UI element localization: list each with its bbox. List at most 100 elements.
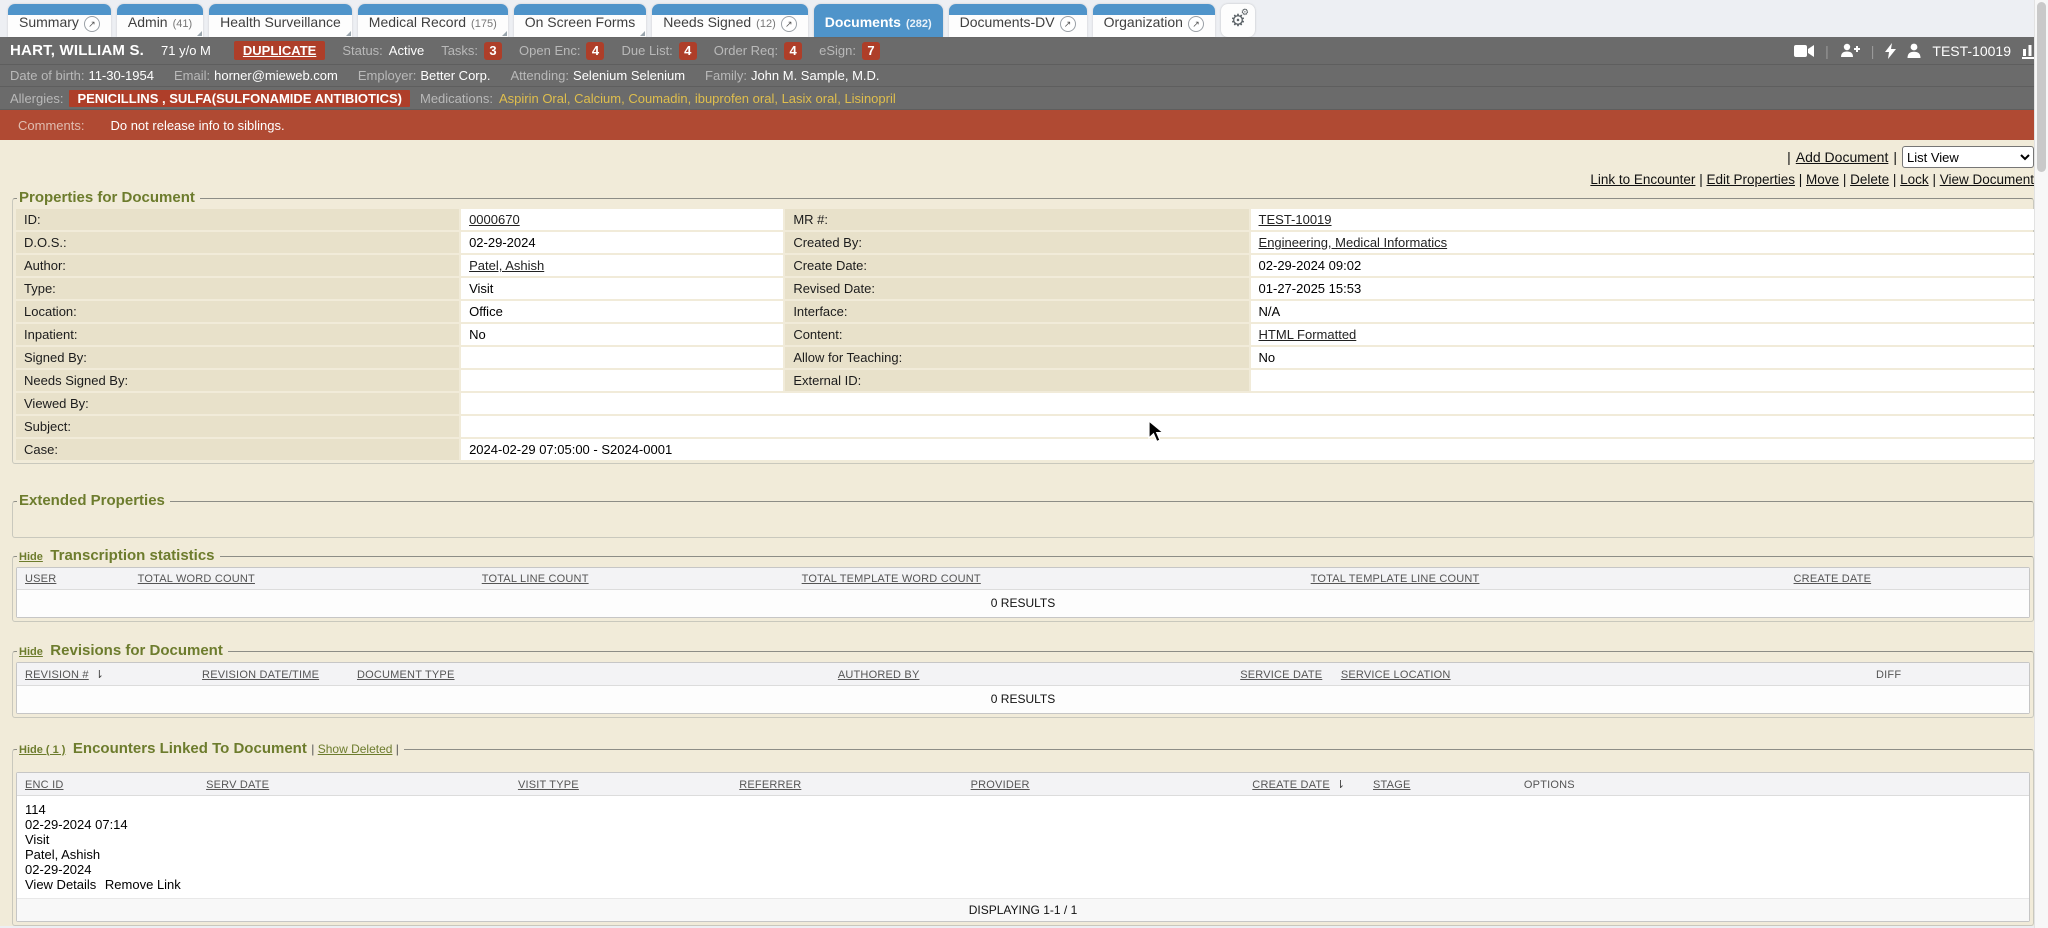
hide-encounters-link[interactable]: Hide ( 1 ) xyxy=(19,744,65,756)
empty-results-row: 0 RESULTS xyxy=(17,590,2029,617)
empty-results-row: 0 RESULTS xyxy=(17,686,2029,713)
column-header[interactable]: REVISION DATE/TIME xyxy=(194,667,349,683)
popout-icon[interactable]: ↗ xyxy=(1060,16,1076,32)
property-label: Needs Signed By: xyxy=(16,370,459,391)
tab-admin[interactable]: Admin (41) xyxy=(117,4,203,37)
hide-transcription-link[interactable]: Hide xyxy=(19,551,43,563)
mr-number-link[interactable]: TEST-10019 xyxy=(1259,212,1332,227)
medication-link[interactable]: Lisinopril xyxy=(844,91,895,106)
separator: | xyxy=(1893,149,1897,165)
medication-link[interactable]: ibuprofen oral xyxy=(695,91,782,106)
user-icon[interactable] xyxy=(1907,43,1921,58)
column-header[interactable]: REFERRER xyxy=(731,777,962,793)
tab-dropdown-fold-icon[interactable] xyxy=(502,31,507,36)
needs-signed-by-value xyxy=(461,370,783,391)
tab-label: Medical Record xyxy=(369,14,466,30)
tab-label: Needs Signed xyxy=(663,14,751,30)
column-header[interactable]: TOTAL WORD COUNT xyxy=(130,571,474,587)
property-label: Author: xyxy=(16,255,459,276)
column-header[interactable]: TOTAL LINE COUNT xyxy=(474,571,794,587)
add-document-link[interactable]: Add Document xyxy=(1796,149,1889,165)
medication-link[interactable]: Lasix oral xyxy=(782,91,845,106)
employer-value: Better Corp. xyxy=(420,68,490,83)
properties-section: Properties for Document ID: 0000670 MR #… xyxy=(12,189,2034,464)
demographics-bar: Date of birth:11-30-1954 Email:horner@mi… xyxy=(0,65,2048,87)
column-header[interactable]: VISIT TYPE xyxy=(510,777,731,793)
options-cell: View Details Remove Link xyxy=(17,877,2029,892)
column-header[interactable]: AUTHORED BY xyxy=(830,667,1232,683)
view-details-link[interactable]: View Details xyxy=(25,877,96,892)
scrollbar[interactable] xyxy=(2034,0,2048,928)
lightning-icon[interactable] xyxy=(1885,43,1896,59)
allergies-bar: Allergies: PENICILLINS , SULFA(SULFONAMI… xyxy=(0,87,2048,110)
popout-icon[interactable]: ↗ xyxy=(84,16,100,32)
video-camera-icon[interactable] xyxy=(1794,44,1814,58)
column-header[interactable]: DOCUMENT TYPE xyxy=(349,667,830,683)
column-header[interactable]: TOTAL TEMPLATE LINE COUNT xyxy=(1303,571,1786,587)
content-format-link[interactable]: HTML Formatted xyxy=(1259,327,1357,342)
inpatient-value: No xyxy=(461,324,783,345)
tab-documents[interactable]: Documents (282) xyxy=(814,4,943,37)
show-deleted-link[interactable]: Show Deleted xyxy=(318,742,393,756)
view-select[interactable]: List View xyxy=(1902,146,2034,168)
hide-revisions-link[interactable]: Hide xyxy=(19,646,43,658)
column-header[interactable]: SERVICE DATE xyxy=(1232,667,1333,683)
move-link[interactable]: Move xyxy=(1806,172,1839,187)
patient-header-bar: HART, WILLIAM S. 71 y/o M DUPLICATE Stat… xyxy=(0,37,2048,65)
column-header[interactable]: PROVIDER xyxy=(963,777,1245,793)
scrollbar-thumb[interactable] xyxy=(2037,2,2046,172)
column-header[interactable]: CREATE DATE xyxy=(1786,571,2029,587)
remove-link-link[interactable]: Remove Link xyxy=(105,877,181,892)
medication-link[interactable]: Aspirin Oral xyxy=(499,91,574,106)
esign-label: eSign: xyxy=(819,43,856,58)
popout-icon[interactable]: ↗ xyxy=(781,16,797,32)
revisions-table: REVISION #⇂ REVISION DATE/TIME DOCUMENT … xyxy=(16,662,2030,714)
column-header[interactable]: SERV DATE xyxy=(198,777,510,793)
duplicate-badge[interactable]: DUPLICATE xyxy=(234,41,325,60)
tab-dropdown-fold-icon[interactable] xyxy=(346,31,351,36)
tab-health-surveillance[interactable]: Health Surveillance xyxy=(209,4,352,37)
delete-link[interactable]: Delete xyxy=(1850,172,1889,187)
tasks-count-badge[interactable]: 3 xyxy=(484,42,502,60)
edit-properties-link[interactable]: Edit Properties xyxy=(1706,172,1795,187)
tab-organization[interactable]: Organization ↗ xyxy=(1093,4,1215,37)
column-header[interactable]: TOTAL TEMPLATE WORD COUNT xyxy=(794,571,1303,587)
column-header[interactable]: STAGE xyxy=(1365,777,1516,793)
tab-documents-dv[interactable]: Documents-DV ↗ xyxy=(949,4,1087,37)
tab-medical-record[interactable]: Medical Record (175) xyxy=(358,4,508,37)
encounters-section: Hide ( 1 ) Encounters Linked To Document… xyxy=(12,740,2034,926)
column-header[interactable]: SERVICE LOCATION xyxy=(1333,667,1868,683)
tab-needs-signed[interactable]: Needs Signed (12) ↗ xyxy=(652,4,808,37)
allergies-badge[interactable]: PENICILLINS , SULFA(SULFONAMIDE ANTIBIOT… xyxy=(69,90,410,107)
add-person-icon[interactable] xyxy=(1840,43,1860,58)
show-deleted-wrapper: Show Deleted xyxy=(311,742,399,756)
settings-gear-button[interactable]: ⚙ ⚙ xyxy=(1221,4,1255,37)
lock-link[interactable]: Lock xyxy=(1900,172,1929,187)
column-header[interactable]: USER xyxy=(17,571,130,587)
esign-count-badge[interactable]: 7 xyxy=(862,42,880,60)
created-by-link[interactable]: Engineering, Medical Informatics xyxy=(1259,235,1448,250)
interface-value: N/A xyxy=(1251,301,2036,322)
link-to-encounter-link[interactable]: Link to Encounter xyxy=(1590,172,1695,187)
tab-dropdown-fold-icon[interactable] xyxy=(197,31,202,36)
medication-link[interactable]: Calcium xyxy=(574,91,628,106)
document-id-link[interactable]: 0000670 xyxy=(469,212,520,227)
signed-by-value xyxy=(461,347,783,368)
column-header[interactable]: REVISION #⇂ xyxy=(17,666,194,683)
tab-on-screen-forms[interactable]: On Screen Forms xyxy=(514,4,646,37)
column-header[interactable]: ENC ID xyxy=(17,777,198,793)
open-enc-count-badge[interactable]: 4 xyxy=(586,42,604,60)
order-req-count-badge[interactable]: 4 xyxy=(784,42,802,60)
author-link[interactable]: Patel, Ashish xyxy=(469,258,544,273)
create-date-cell: 02-29-2024 xyxy=(17,862,2029,877)
medication-link[interactable]: Coumadin xyxy=(628,91,695,106)
column-header[interactable]: CREATE DATE⇂ xyxy=(1244,776,1365,793)
view-document-link[interactable]: View Document xyxy=(1940,172,2034,187)
due-list-count-badge[interactable]: 4 xyxy=(679,42,697,60)
tab-summary[interactable]: Summary ↗ xyxy=(8,4,111,37)
comments-bar: Comments: Do not release info to sibling… xyxy=(0,110,2048,140)
tab-dropdown-fold-icon[interactable] xyxy=(640,31,645,36)
popout-icon[interactable]: ↗ xyxy=(1188,16,1204,32)
property-label: Type: xyxy=(16,278,459,299)
attending-label: Attending: xyxy=(510,68,569,83)
